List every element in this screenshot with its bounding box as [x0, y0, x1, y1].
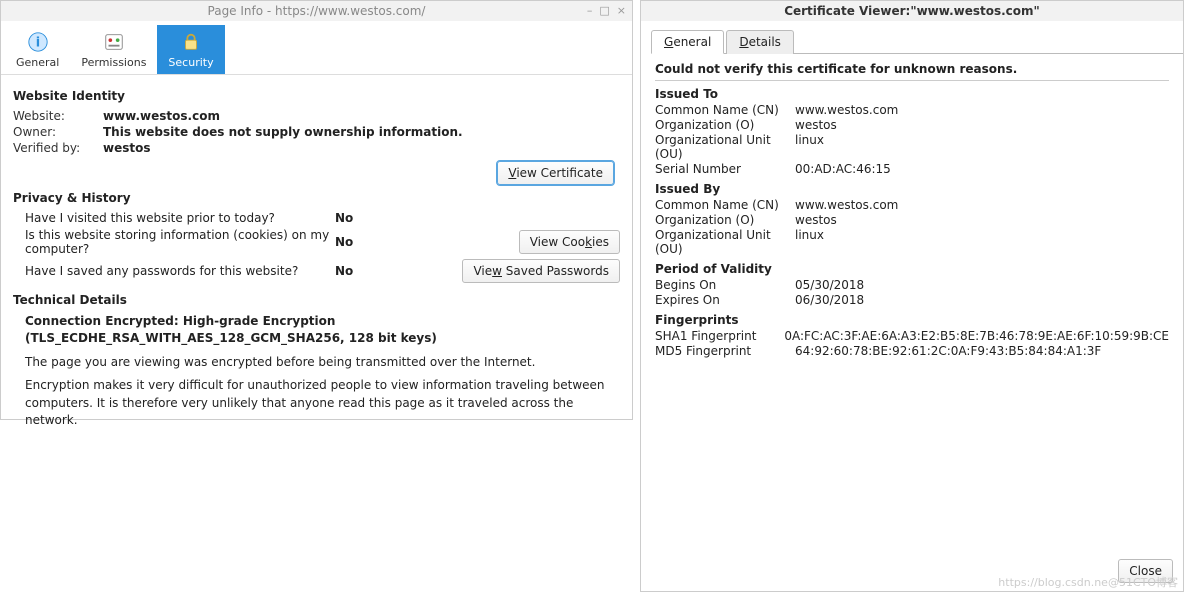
certificate-viewer-window: Certificate Viewer:"www.westos.com" Gene…: [640, 0, 1184, 592]
cert-viewer-title: Certificate Viewer:"www.westos.com": [784, 4, 1040, 18]
issued-by-o-value: westos: [795, 213, 1169, 227]
website-identity-heading: Website Identity: [13, 89, 620, 103]
tab-permissions-label: Permissions: [81, 56, 146, 69]
window-controls[interactable]: – □ ×: [587, 1, 626, 21]
passwords-question: Have I saved any passwords for this webs…: [25, 264, 335, 278]
issued-by-ou-label: Organizational Unit (OU): [655, 228, 795, 256]
page-info-titlebar[interactable]: Page Info - https://www.westos.com/ – □ …: [1, 1, 632, 21]
tab-permissions[interactable]: Permissions: [70, 25, 157, 74]
permissions-icon: [102, 30, 126, 54]
divider: [655, 80, 1169, 81]
cert-general-panel: Could not verify this certificate for un…: [641, 54, 1183, 367]
watermark: https://blog.csdn.ne@51CTO博客: [998, 574, 1178, 590]
encryption-line: Connection Encrypted: High-grade Encrypt…: [25, 313, 620, 348]
view-certificate-button[interactable]: VView Certificateiew Certificate: [497, 161, 614, 185]
expires-on-label: Expires On: [655, 293, 795, 307]
lock-icon: [179, 30, 203, 54]
view-cookies-button[interactable]: View Cookies: [519, 230, 620, 254]
begins-on-value: 05/30/2018: [795, 278, 1169, 292]
md5-value: 64:92:60:78:BE:92:61:2C:0A:F9:43:B5:84:8…: [795, 344, 1169, 358]
begins-on-label: Begins On: [655, 278, 795, 292]
issued-to-ou-label: Organizational Unit (OU): [655, 133, 795, 161]
issued-by-ou-value: linux: [795, 228, 1169, 256]
issued-by-cn-value: www.westos.com: [795, 198, 1169, 212]
verified-by-value: westos: [103, 141, 620, 155]
sha1-label: SHA1 Fingerprint: [655, 329, 784, 343]
cert-tab-details[interactable]: Details: [726, 30, 794, 54]
cert-tab-general[interactable]: General: [651, 30, 724, 54]
encryption-desc1: The page you are viewing was encrypted b…: [25, 354, 620, 371]
validity-heading: Period of Validity: [655, 262, 1169, 276]
page-info-toolbar: i General Permissions Security: [1, 21, 632, 75]
issued-to-heading: Issued To: [655, 87, 1169, 101]
encryption-desc2: Encryption makes it very difficult for u…: [25, 377, 620, 429]
tab-security[interactable]: Security: [157, 25, 224, 74]
issued-to-o-value: westos: [795, 118, 1169, 132]
visited-question: Have I visited this website prior to tod…: [25, 211, 335, 225]
owner-label: Owner:: [13, 125, 103, 139]
tab-security-label: Security: [168, 56, 213, 69]
expires-on-value: 06/30/2018: [795, 293, 1169, 307]
serial-number-value: 00:AD:AC:46:15: [795, 162, 1169, 176]
cookies-answer: No: [335, 235, 405, 249]
cookies-question: Is this website storing information (coo…: [25, 228, 335, 256]
cert-viewer-titlebar[interactable]: Certificate Viewer:"www.westos.com": [641, 1, 1183, 21]
issued-by-o-label: Organization (O): [655, 213, 795, 227]
privacy-history-heading: Privacy & History: [13, 191, 620, 205]
security-panel: Website Identity Website:www.westos.com …: [1, 75, 632, 439]
info-icon: i: [26, 30, 50, 54]
issued-by-cn-label: Common Name (CN): [655, 198, 795, 212]
page-info-title: Page Info - https://www.westos.com/: [208, 4, 426, 18]
website-value: www.westos.com: [103, 109, 620, 123]
issued-to-o-label: Organization (O): [655, 118, 795, 132]
cert-tabs: General Details: [651, 29, 1183, 54]
technical-details-heading: Technical Details: [13, 293, 620, 307]
issued-by-heading: Issued By: [655, 182, 1169, 196]
issued-to-ou-value: linux: [795, 133, 1169, 161]
tab-general-label: General: [16, 56, 59, 69]
issued-to-cn-value: www.westos.com: [795, 103, 1169, 117]
passwords-answer: No: [335, 264, 405, 278]
visited-answer: No: [335, 211, 405, 225]
owner-value: This website does not supply ownership i…: [103, 125, 620, 139]
website-label: Website:: [13, 109, 103, 123]
verified-by-label: Verified by:: [13, 141, 103, 155]
view-saved-passwords-button[interactable]: View Saved Passwords: [462, 259, 620, 283]
serial-number-label: Serial Number: [655, 162, 795, 176]
md5-label: MD5 Fingerprint: [655, 344, 795, 358]
svg-text:i: i: [35, 36, 39, 51]
tab-general[interactable]: i General: [5, 25, 70, 74]
page-info-window: Page Info - https://www.westos.com/ – □ …: [0, 0, 633, 420]
issued-to-cn-label: Common Name (CN): [655, 103, 795, 117]
sha1-value: 0A:FC:AC:3F:AE:6A:A3:E2:B5:8E:7B:46:78:9…: [784, 329, 1169, 343]
fingerprints-heading: Fingerprints: [655, 313, 1169, 327]
cert-warning: Could not verify this certificate for un…: [655, 62, 1169, 76]
